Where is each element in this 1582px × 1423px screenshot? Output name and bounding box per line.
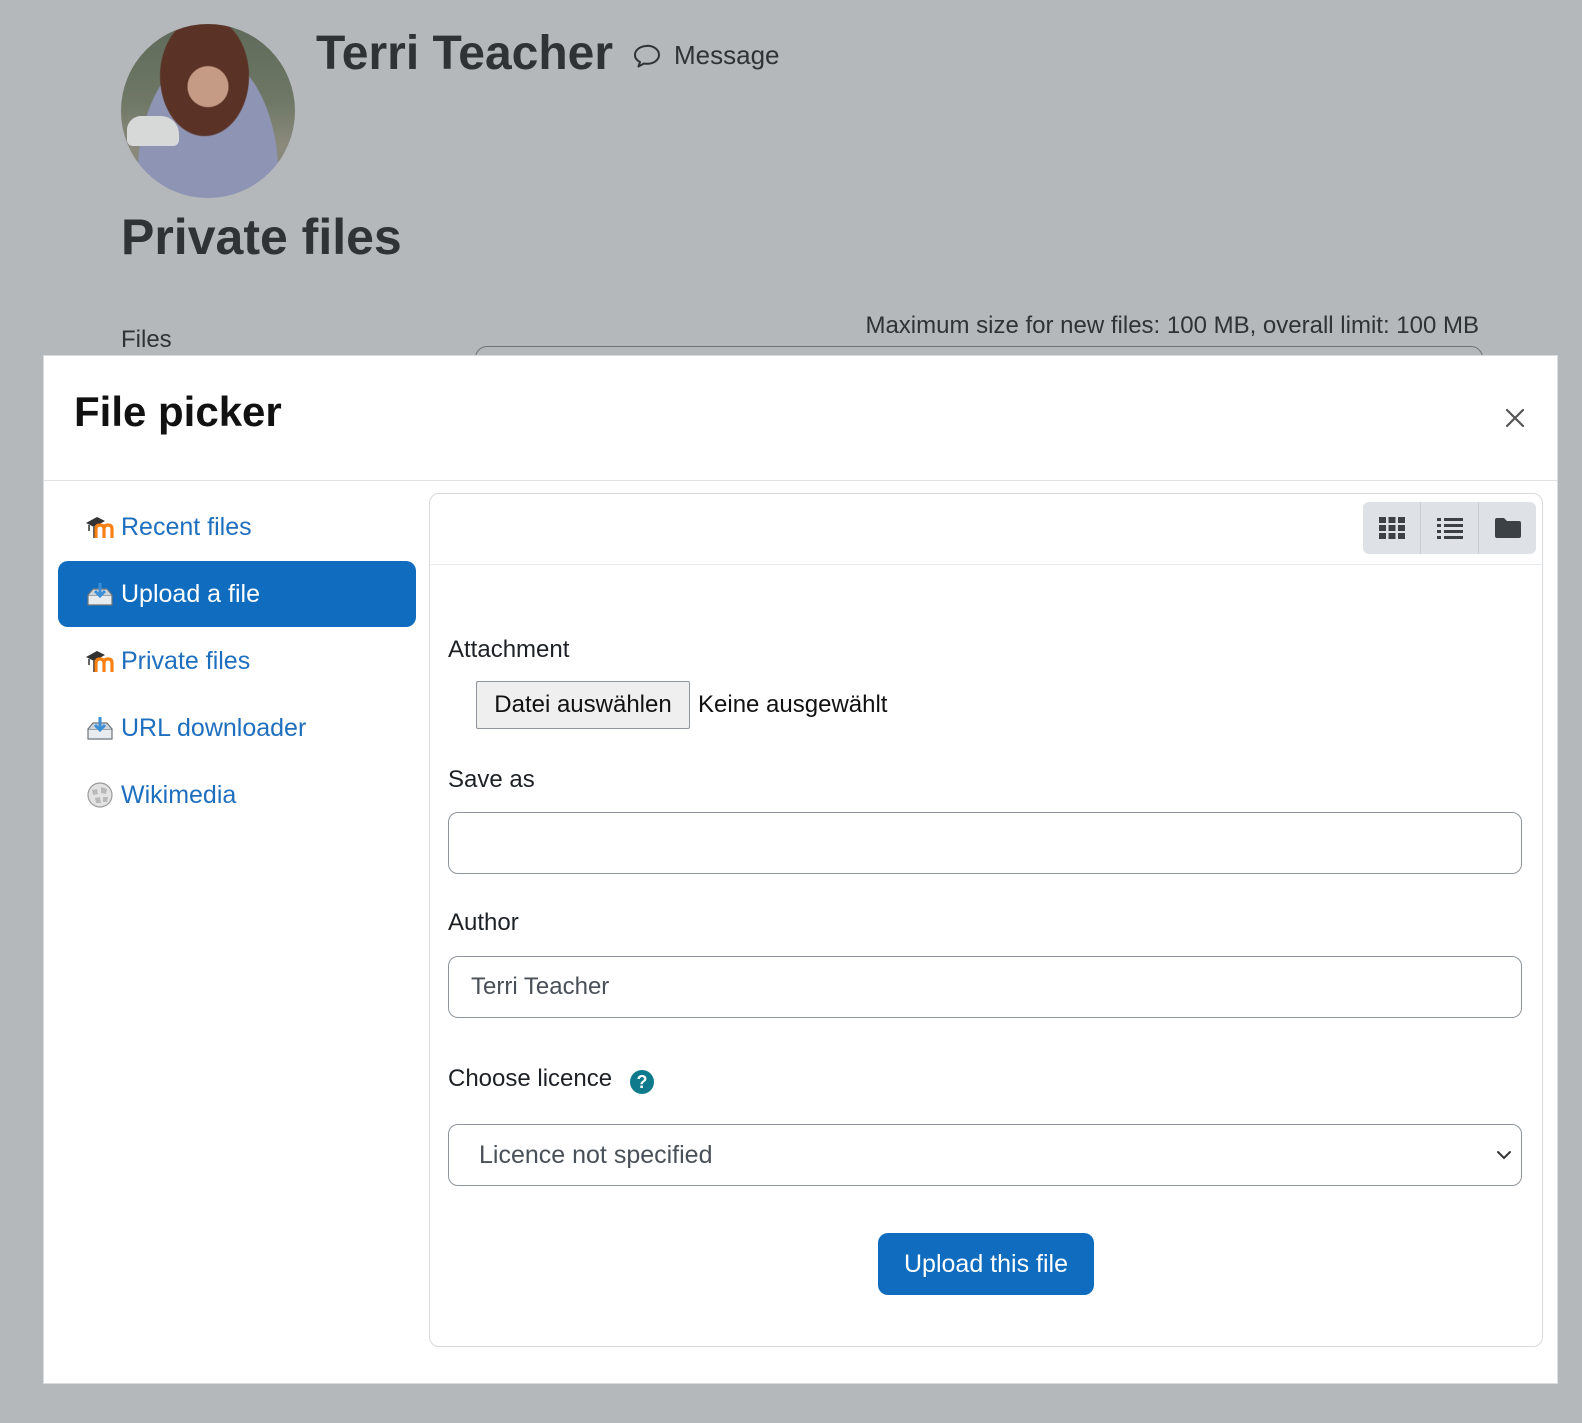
moodle-icon	[85, 646, 115, 676]
list-view-button[interactable]	[1420, 502, 1478, 554]
page-title: Private files	[121, 209, 402, 265]
grid-view-button[interactable]	[1363, 502, 1420, 554]
upload-file-button[interactable]: Upload this file	[878, 1233, 1094, 1295]
repo-label: URL downloader	[121, 713, 307, 742]
licence-selected: Licence not specified	[479, 1140, 713, 1169]
avatar	[121, 24, 295, 198]
repo-label: Upload a file	[121, 579, 260, 608]
repo-url-downloader[interactable]: URL downloader	[58, 695, 416, 761]
chevron-down-icon	[1497, 1151, 1511, 1160]
repo-private-files[interactable]: Private files	[58, 628, 416, 694]
licence-label: Choose licence	[448, 1065, 613, 1092]
files-label: Files	[121, 326, 172, 353]
help-icon[interactable]: ?	[630, 1070, 654, 1094]
attachment-label: Attachment	[448, 636, 570, 663]
message-link[interactable]: Message	[632, 40, 780, 71]
file-picker-dialog: File picker Recent files Upload a file P…	[43, 355, 1558, 1384]
repository-list: Recent files Upload a file Private files…	[58, 494, 416, 829]
upload-panel: Attachment Datei auswählen Keine ausgewä…	[429, 493, 1543, 1347]
wikimedia-icon	[85, 780, 115, 810]
view-mode-toggle	[1363, 502, 1536, 554]
repo-upload-file[interactable]: Upload a file	[58, 561, 416, 627]
close-button[interactable]	[1499, 402, 1531, 434]
dialog-title: File picker	[74, 388, 282, 435]
moodle-icon	[85, 512, 115, 542]
author-label: Author	[448, 909, 519, 936]
save-as-input[interactable]	[448, 812, 1522, 874]
message-label: Message	[674, 40, 780, 70]
repo-label: Recent files	[121, 512, 252, 541]
author-input[interactable]: Terri Teacher	[448, 956, 1522, 1018]
choose-file-button[interactable]: Datei auswählen	[476, 681, 690, 729]
save-as-label: Save as	[448, 766, 535, 793]
repo-wikimedia[interactable]: Wikimedia	[58, 762, 416, 828]
download-icon	[85, 713, 115, 743]
folder-view-button[interactable]	[1478, 502, 1536, 554]
list-view-icon	[1436, 518, 1463, 539]
message-icon	[634, 44, 660, 67]
folder-view-icon	[1494, 518, 1521, 538]
repo-label: Wikimedia	[121, 780, 237, 809]
licence-select[interactable]: Licence not specified	[448, 1124, 1522, 1186]
dialog-header: File picker	[44, 356, 1557, 481]
max-size-info: Maximum size for new files: 100 MB, over…	[865, 312, 1479, 339]
upload-icon	[85, 579, 115, 609]
repo-recent-files[interactable]: Recent files	[58, 494, 416, 560]
grid-view-icon	[1378, 517, 1405, 539]
file-status: Keine ausgewählt	[698, 691, 888, 718]
profile-name: Terri Teacher	[316, 27, 614, 80]
close-icon	[1505, 408, 1525, 428]
repo-label: Private files	[121, 646, 251, 675]
